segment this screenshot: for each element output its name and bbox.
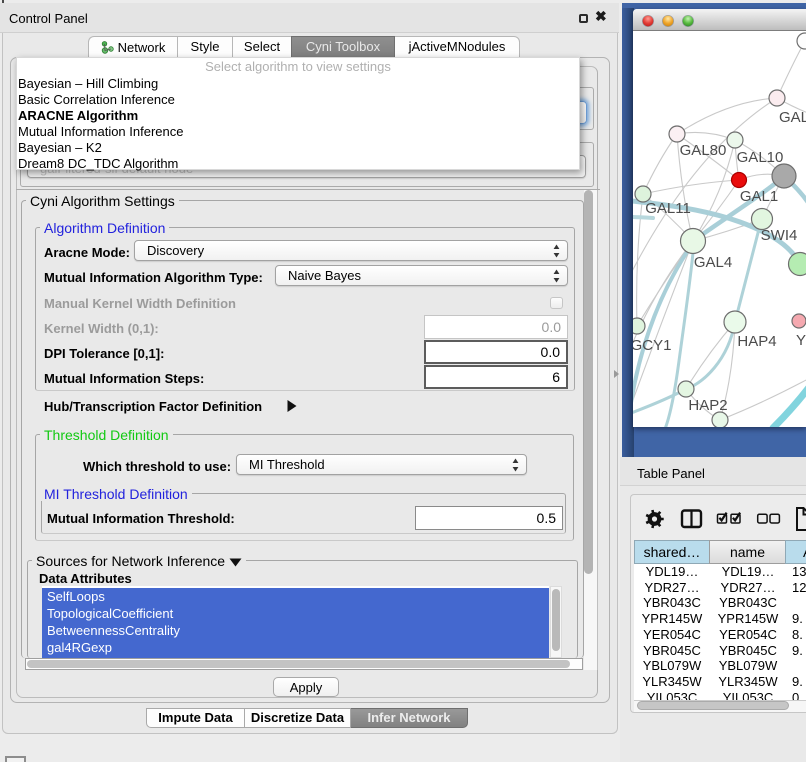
svg-text:GAL: GAL bbox=[779, 109, 806, 126]
svg-text:GAL1: GAL1 bbox=[740, 188, 778, 205]
svg-text:SWI4: SWI4 bbox=[761, 227, 798, 244]
svg-text:GAL11: GAL11 bbox=[645, 200, 691, 217]
svg-text:YE: YE bbox=[796, 332, 806, 349]
svg-text:HAP4: HAP4 bbox=[737, 333, 776, 350]
svg-text:GAL80: GAL80 bbox=[680, 142, 727, 159]
svg-text:GAL4: GAL4 bbox=[694, 254, 732, 271]
svg-text:GAL10: GAL10 bbox=[737, 149, 784, 166]
svg-text:HAP2: HAP2 bbox=[688, 397, 727, 414]
svg-text:GCY1: GCY1 bbox=[633, 337, 671, 354]
